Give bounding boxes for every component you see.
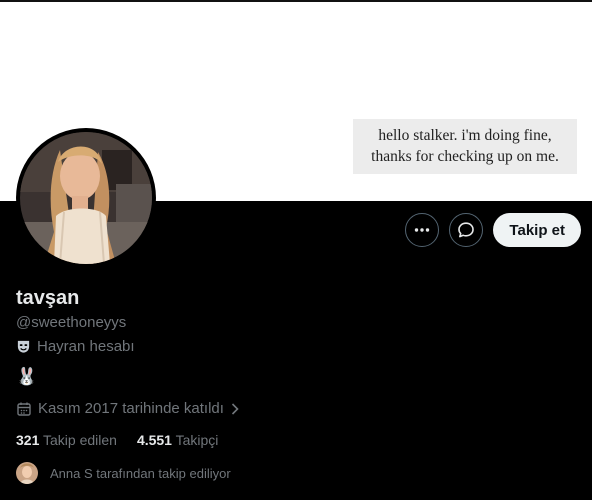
- message-bubble-icon: [458, 222, 475, 238]
- banner-note-line1: hello stalker. i'm doing fine,: [378, 127, 552, 144]
- followed-by-text: Anna S tarafından takip ediliyor: [50, 465, 231, 481]
- followers-stat[interactable]: 4.551 Takipçi: [137, 432, 218, 448]
- profile-category-label: Hayran hesabı: [37, 338, 135, 355]
- following-stat[interactable]: 321 Takip edilen: [16, 432, 117, 448]
- more-options-button[interactable]: [405, 213, 440, 247]
- profile-bio: 🐰: [16, 367, 38, 386]
- profile-actions: Takip et: [405, 213, 581, 247]
- avatar-photo: [20, 132, 152, 264]
- theater-mask-icon: [17, 340, 30, 353]
- banner-note-line2: thanks for checking up on me.: [371, 148, 559, 165]
- profile-category: Hayran hesabı: [16, 338, 135, 355]
- calendar-icon: [17, 402, 31, 416]
- profile-handle: @sweethoneyys: [16, 314, 127, 331]
- followed-by[interactable]: Anna S tarafından takip ediliyor: [16, 462, 231, 484]
- message-button[interactable]: [449, 213, 484, 247]
- banner-note: hello stalker. i'm doing fine, thanks fo…: [353, 119, 577, 174]
- chevron-right-icon: [231, 402, 239, 415]
- follow-button[interactable]: Takip et: [493, 213, 581, 247]
- more-horizontal-icon: [415, 228, 430, 232]
- following-label: Takip edilen: [43, 432, 117, 448]
- profile-joined-label: Kasım 2017 tarihinde katıldı: [38, 400, 224, 417]
- profile-name: tavşan: [16, 287, 80, 309]
- profile-stats: 321 Takip edilen 4.551 Takipçi: [16, 432, 218, 448]
- profile-avatar[interactable]: [16, 128, 156, 268]
- follower-avatar: [16, 462, 38, 484]
- followers-label: Takipçi: [175, 432, 219, 448]
- profile-joined[interactable]: Kasım 2017 tarihinde katıldı: [16, 400, 240, 417]
- following-count: 321: [16, 432, 40, 448]
- followers-count: 4.551: [136, 432, 172, 448]
